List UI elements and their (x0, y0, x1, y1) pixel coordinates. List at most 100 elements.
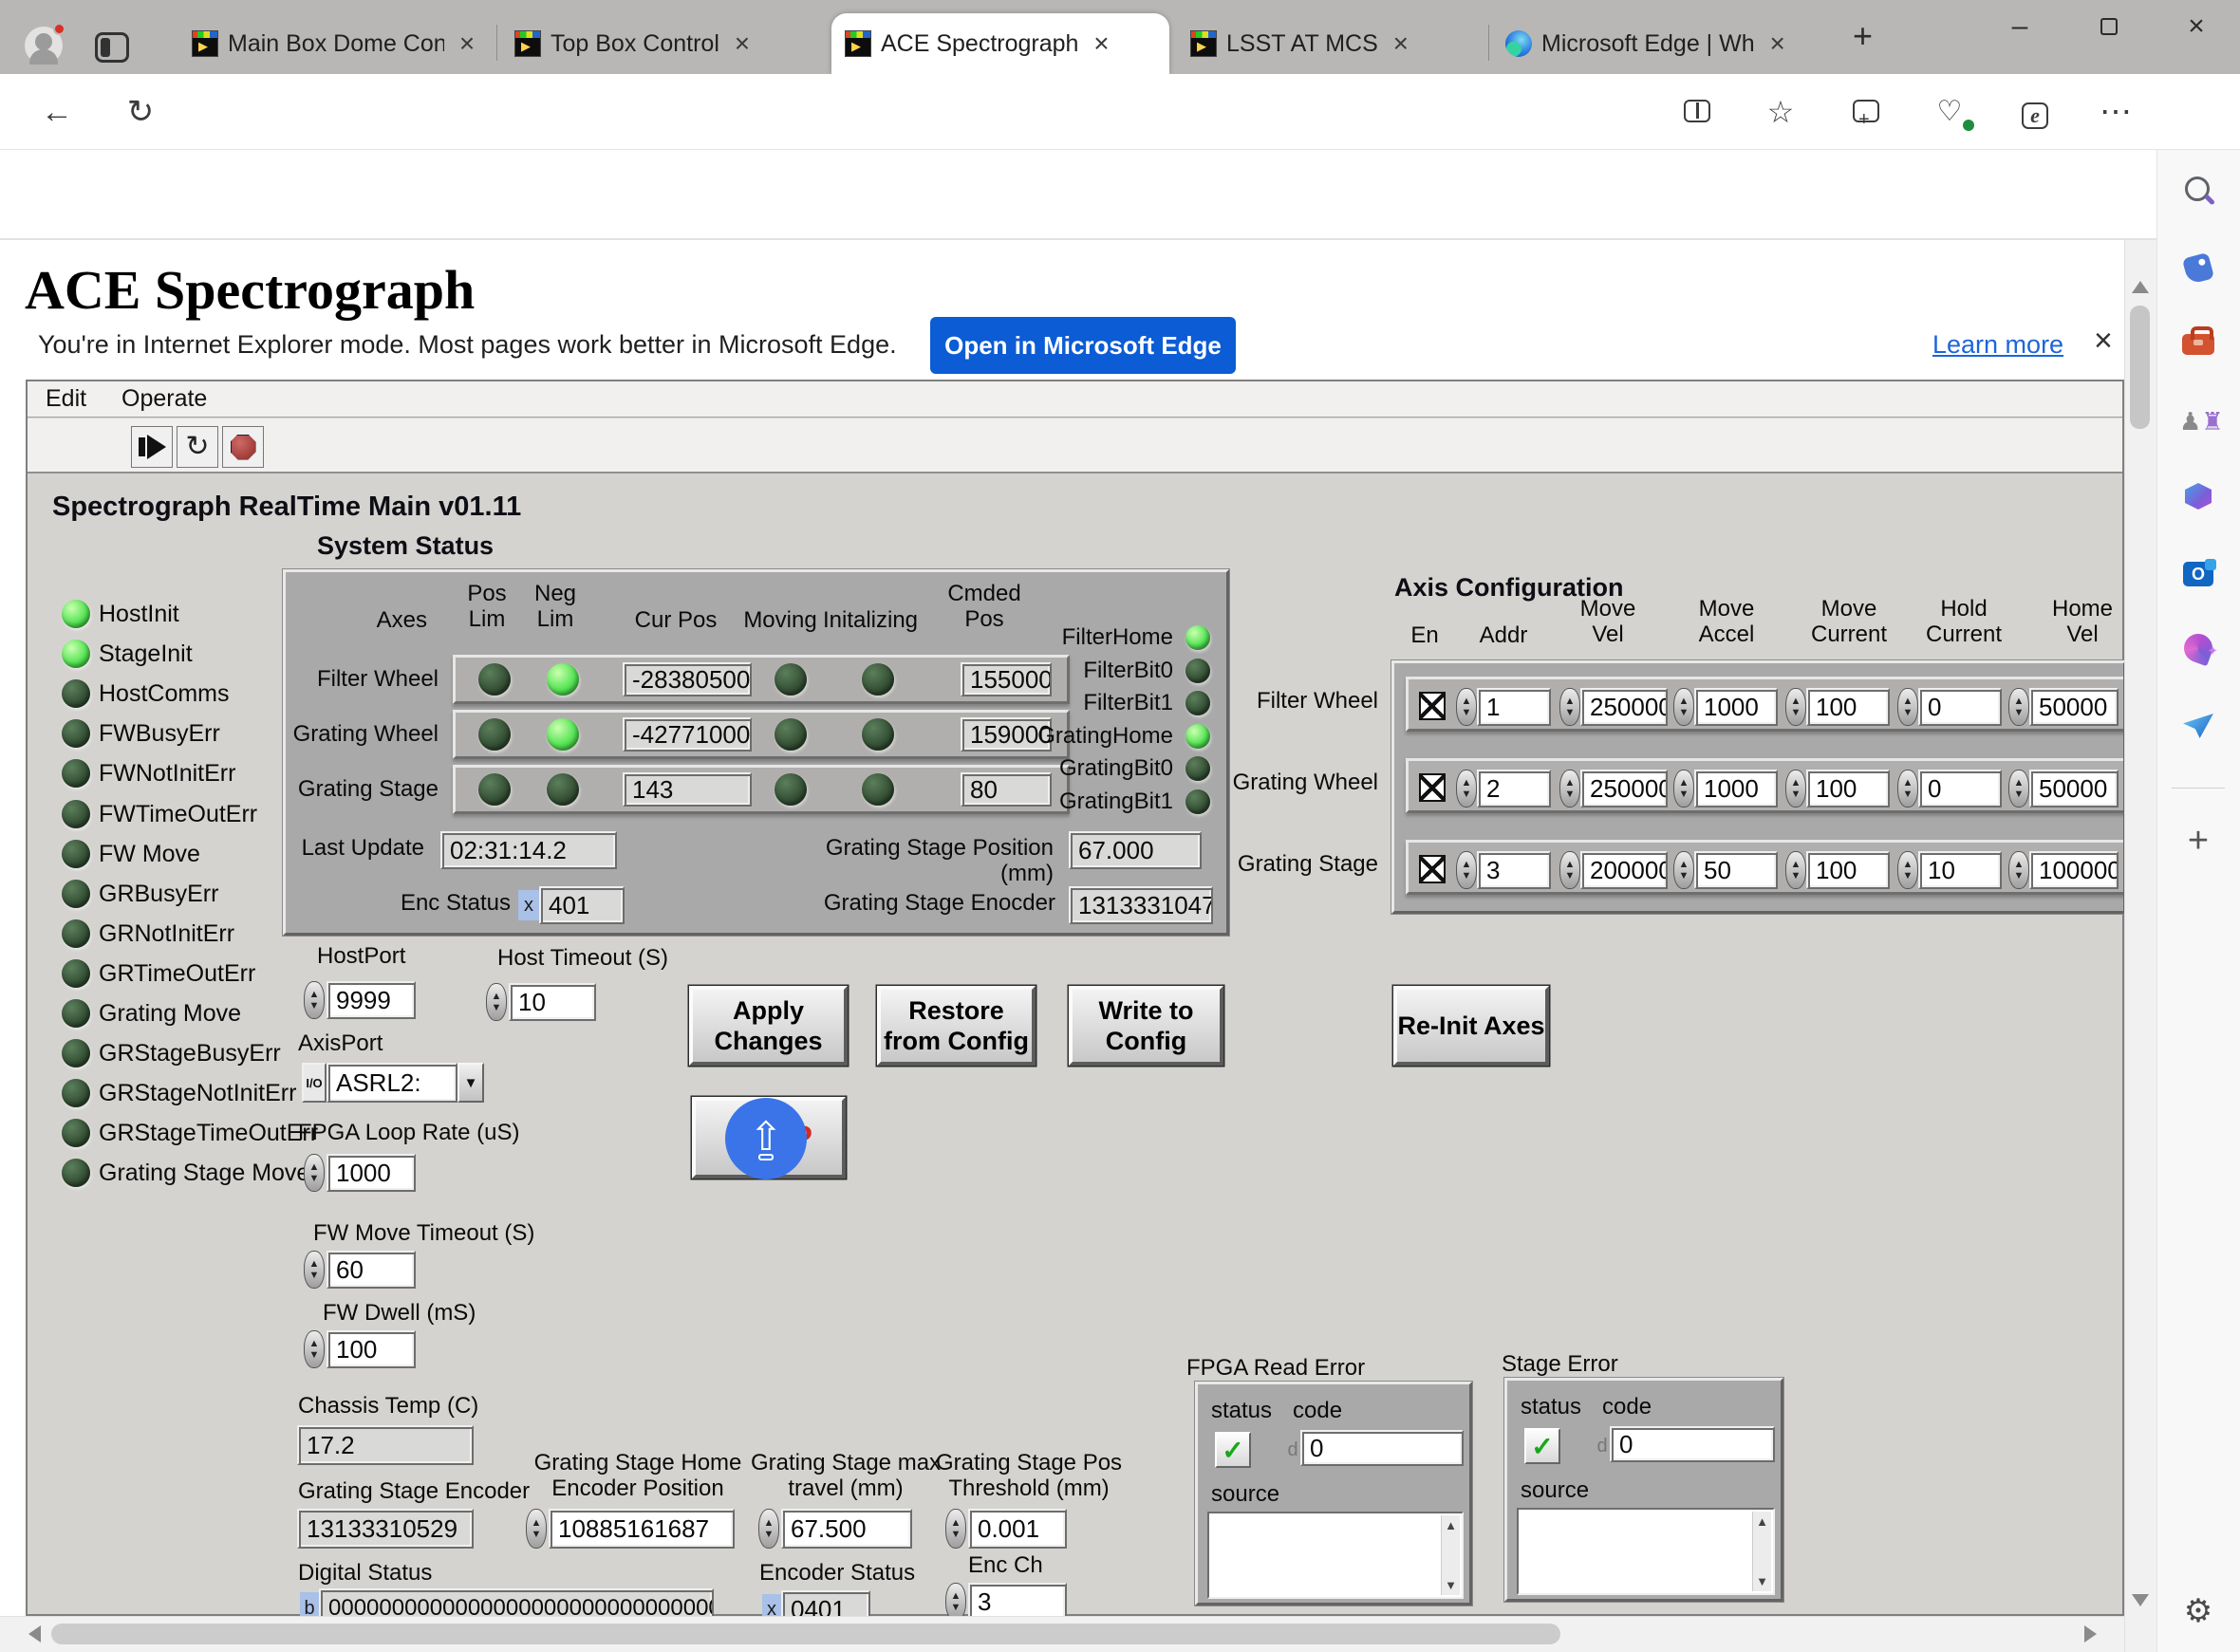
move-current-field[interactable]: 100 (1806, 851, 1890, 889)
learn-more-link[interactable]: Learn more (1932, 330, 2063, 360)
fpga-loop-rate-spinner[interactable]: ▲▼ (304, 1154, 325, 1192)
stage-source-box[interactable]: ▲▼ (1517, 1508, 1775, 1595)
scroll-down-icon[interactable] (2132, 1594, 2149, 1606)
tab-close-icon[interactable]: × (1088, 31, 1114, 56)
addr-field[interactable]: 3 (1477, 851, 1551, 889)
move-accel-field[interactable]: 1000 (1694, 770, 1778, 807)
menu-edit[interactable]: Edit (46, 385, 86, 413)
host-timeout-spinner[interactable]: ▲▼ (486, 983, 507, 1021)
gs-pos-threshold-field[interactable]: 0.001 (968, 1509, 1067, 1549)
workspaces-icon[interactable] (95, 32, 129, 63)
move-accel-field[interactable]: 1000 (1694, 688, 1778, 726)
home-vel-field[interactable]: 50000 (2029, 688, 2119, 726)
stage-status-check[interactable]: ✓ (1524, 1428, 1560, 1464)
move-vel-spinner[interactable]: ▲▼ (1559, 688, 1580, 726)
move-current-spinner[interactable]: ▲▼ (1785, 851, 1806, 889)
favorites-icon[interactable]: ☆ (1760, 91, 1801, 133)
move-current-spinner[interactable]: ▲▼ (1785, 770, 1806, 807)
addr-field[interactable]: 1 (1477, 688, 1551, 726)
code-radix[interactable]: d (1285, 1436, 1300, 1464)
run-button[interactable] (131, 426, 173, 468)
source-scrollbar[interactable]: ▲▼ (1752, 1512, 1771, 1591)
hold-current-spinner[interactable]: ▲▼ (1897, 851, 1918, 889)
drop-icon[interactable] (2179, 708, 2217, 746)
home-vel-spinner[interactable]: ▲▼ (2008, 851, 2029, 889)
vertical-scrollbar[interactable] (2124, 240, 2156, 1652)
tab-microsoft-edge[interactable]: Microsoft Edge | Wh × (1492, 13, 1819, 74)
tab-close-icon[interactable]: × (729, 31, 756, 56)
collections-icon[interactable] (1845, 91, 1887, 133)
gs-max-travel-field[interactable]: 67.500 (781, 1509, 912, 1549)
gs-home-enc-field[interactable]: 10885161687 (549, 1509, 735, 1549)
home-vel-spinner[interactable]: ▲▼ (2008, 770, 2029, 807)
hold-current-field[interactable]: 0 (1918, 688, 2002, 726)
ie-mode-icon[interactable]: e (2014, 91, 2056, 133)
axis-port-dropdown[interactable]: ▼ (457, 1063, 484, 1103)
move-vel-spinner[interactable]: ▲▼ (1559, 851, 1580, 889)
move-vel-field[interactable]: 250000 (1580, 770, 1668, 807)
fpga-loop-rate-field[interactable]: 1000 (327, 1154, 416, 1192)
search-icon[interactable] (2179, 173, 2217, 211)
axis-port-combo[interactable]: ASRL2: (327, 1063, 457, 1103)
close-window-button[interactable]: × (2175, 8, 2217, 49)
fpga-code-field[interactable]: 0 (1300, 1430, 1464, 1466)
hold-current-spinner[interactable]: ▲▼ (1897, 688, 1918, 726)
menu-operate[interactable]: Operate (121, 385, 207, 413)
browser-essentials-icon[interactable]: ♡ (1929, 91, 1970, 133)
tab-main-box-dome[interactable]: Main Box Dome Con × (178, 13, 494, 74)
addr-spinner[interactable]: ▲▼ (1456, 770, 1477, 807)
run-continuous-button[interactable]: ↻ (177, 426, 218, 468)
new-tab-button[interactable]: + (1853, 19, 1873, 53)
toolbox-icon[interactable] (2179, 323, 2217, 361)
tab-close-icon[interactable]: × (1764, 31, 1791, 56)
home-vel-field[interactable]: 50000 (2029, 770, 2119, 807)
add-sidebar-item-icon[interactable]: + (2179, 822, 2217, 860)
microsoft-365-icon[interactable] (2179, 478, 2217, 516)
home-vel-spinner[interactable]: ▲▼ (2008, 688, 2029, 726)
move-accel-field[interactable]: 50 (1694, 851, 1778, 889)
addr-spinner[interactable]: ▲▼ (1456, 688, 1477, 726)
tab-top-box-control[interactable]: Top Box Control × (501, 13, 824, 74)
banner-close-icon[interactable]: × (2094, 323, 2113, 360)
gs-pos-threshold-spinner[interactable]: ▲▼ (945, 1509, 966, 1549)
move-current-field[interactable]: 100 (1806, 688, 1890, 726)
restore-from-config-button[interactable]: Restore from Config (877, 986, 1036, 1066)
code-radix[interactable]: d (1595, 1432, 1610, 1460)
en-checkbox[interactable] (1419, 855, 1446, 883)
write-to-config-button[interactable]: Write to Config (1069, 986, 1223, 1066)
minimize-button[interactable]: – (1999, 8, 2041, 49)
gs-max-travel-spinner[interactable]: ▲▼ (758, 1509, 779, 1549)
tab-close-icon[interactable]: × (454, 31, 480, 56)
enc-ch-spinner[interactable]: ▲▼ (945, 1583, 966, 1621)
reinit-axes-button[interactable]: Re-Init Axes (1393, 986, 1549, 1066)
settings-gear-icon[interactable]: ⚙ (2179, 1592, 2217, 1630)
fw-move-timeout-field[interactable]: 60 (327, 1251, 416, 1289)
move-vel-spinner[interactable]: ▲▼ (1559, 770, 1580, 807)
abort-button[interactable] (222, 426, 264, 468)
tab-lsst-at-mcs[interactable]: LSST AT MCS × (1177, 13, 1484, 74)
move-current-spinner[interactable]: ▲▼ (1785, 688, 1806, 726)
profile-avatar[interactable] (25, 27, 63, 65)
fpga-status-check[interactable]: ✓ (1215, 1432, 1251, 1468)
host-port-spinner[interactable]: ▲▼ (304, 981, 325, 1019)
en-checkbox[interactable] (1419, 773, 1446, 802)
enc-ch-field[interactable]: 3 (968, 1583, 1067, 1621)
refresh-icon[interactable]: ↻ (120, 91, 161, 133)
move-accel-spinner[interactable]: ▲▼ (1673, 688, 1694, 726)
move-vel-field[interactable]: 200000 (1580, 851, 1668, 889)
gs-home-enc-spinner[interactable]: ▲▼ (526, 1509, 547, 1549)
fpga-source-box[interactable]: ▲▼ (1207, 1512, 1464, 1599)
hold-current-spinner[interactable]: ▲▼ (1897, 770, 1918, 807)
enc-status-radix[interactable]: x (518, 890, 539, 920)
host-timeout-field[interactable]: 10 (509, 983, 596, 1021)
hold-current-field[interactable]: 10 (1918, 851, 2002, 889)
fw-dwell-field[interactable]: 100 (327, 1330, 416, 1368)
maximize-button[interactable] (2088, 8, 2130, 49)
tab-ace-spectrograph[interactable]: ACE Spectrograph × (831, 13, 1169, 74)
settings-more-icon[interactable]: ⋯ (2096, 91, 2137, 133)
move-current-field[interactable]: 100 (1806, 770, 1890, 807)
outlook-icon[interactable]: O (2179, 556, 2217, 594)
move-accel-spinner[interactable]: ▲▼ (1673, 851, 1694, 889)
tab-close-icon[interactable]: × (1388, 31, 1414, 56)
move-vel-field[interactable]: 250000 (1580, 688, 1668, 726)
